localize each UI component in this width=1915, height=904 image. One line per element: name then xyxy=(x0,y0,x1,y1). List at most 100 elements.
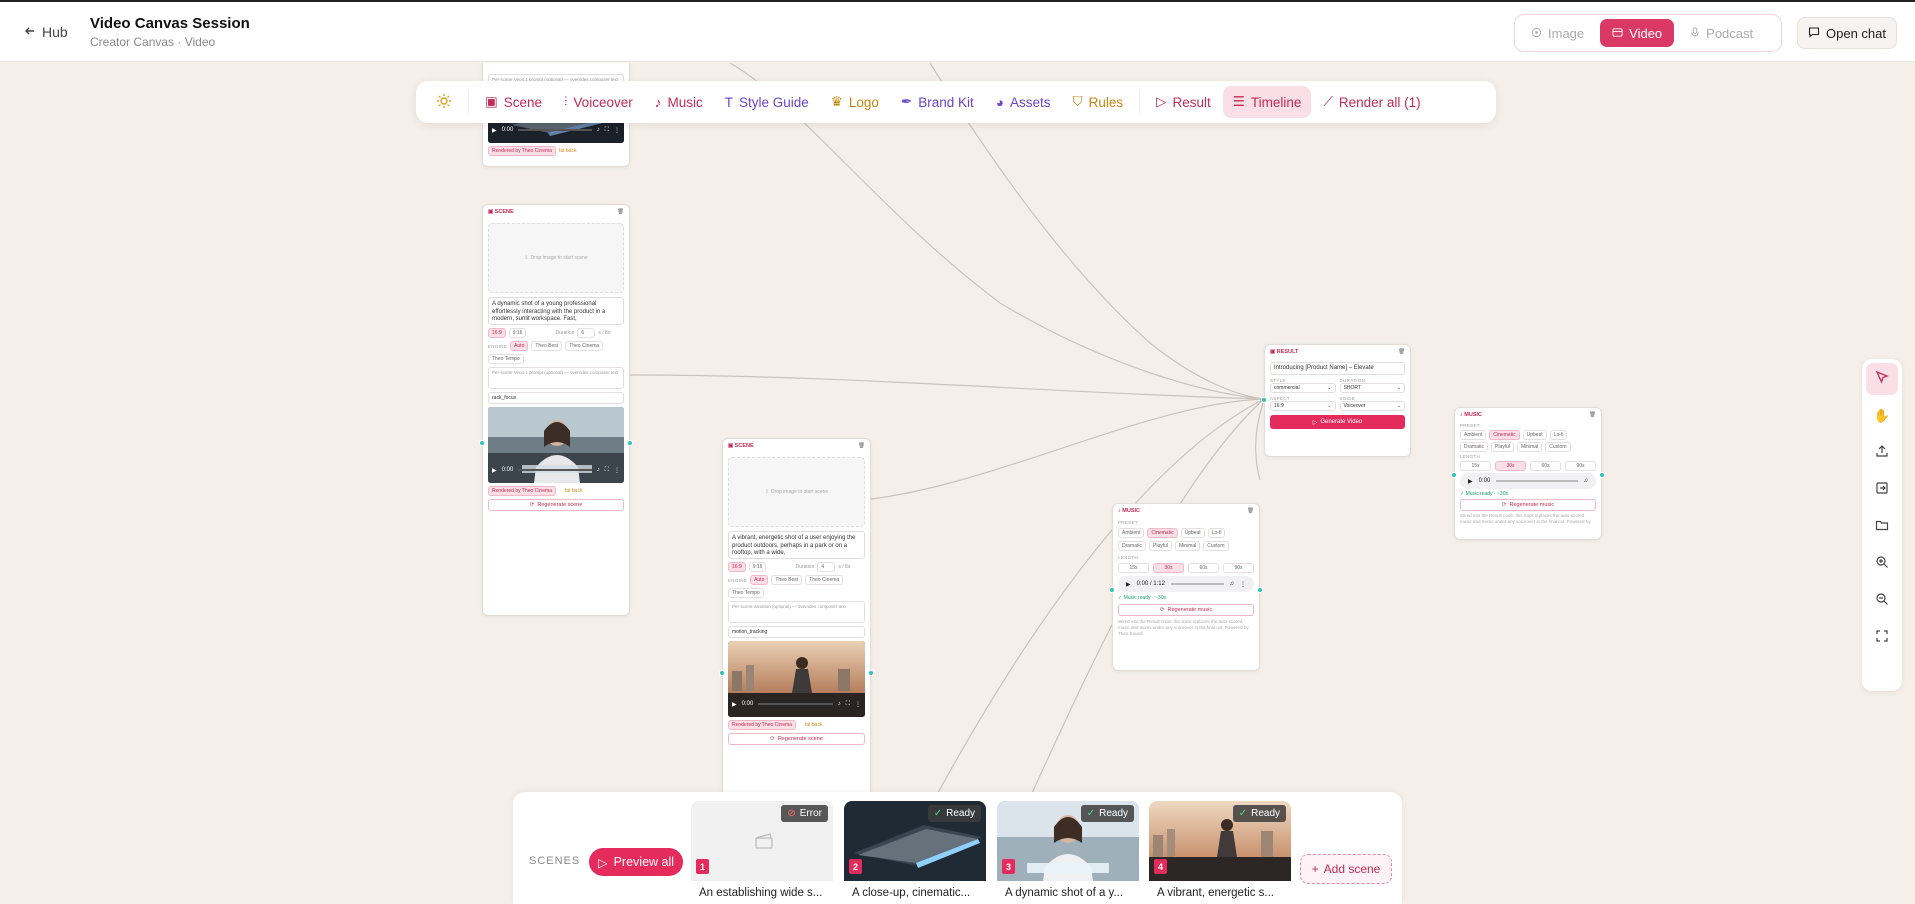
preset-upbeat[interactable]: Upbeat xyxy=(1180,528,1205,538)
more-icon[interactable]: ⋮ xyxy=(1240,581,1246,588)
result-title-input[interactable]: Introducing [Product Name] – Elevate xyxy=(1270,362,1405,375)
aspect-9-16[interactable]: 9:16 xyxy=(748,562,767,572)
aspect-16-9[interactable]: 16:9 xyxy=(488,328,506,338)
trash-icon[interactable]: 🗑 xyxy=(617,209,624,215)
toolbar-scene[interactable]: ▣ Scene xyxy=(475,86,552,118)
scene-variation-input[interactable]: Per-scene Veo4.1 prompt (optional) — ove… xyxy=(488,367,624,389)
duration-input[interactable]: 6 xyxy=(577,328,596,338)
preset-custom[interactable]: Custom xyxy=(1203,541,1229,551)
engine-theo-best[interactable]: Theo Best xyxy=(771,575,803,585)
audio-track[interactable] xyxy=(1496,480,1578,482)
more-icon[interactable]: ⋮ xyxy=(614,467,620,474)
trash-icon[interactable]: 🗑 xyxy=(1589,412,1596,418)
preset-dramatic[interactable]: Dramatic xyxy=(1118,541,1147,551)
audio-player[interactable]: ▶ 0:00 / 1:12 ♫ ⋮ xyxy=(1118,576,1254,592)
engine-theo-cinema[interactable]: Theo Cinema xyxy=(805,575,844,585)
length-15s[interactable]: 15s xyxy=(1118,563,1149,573)
preset-minimal[interactable]: Minimal xyxy=(1175,541,1201,551)
music-node-a[interactable]: ♪ MUSIC 🗑 PRESET Ambient Cinematic Upbea… xyxy=(1109,503,1263,671)
export-tool[interactable] xyxy=(1866,437,1898,469)
camera-move-input[interactable]: motion_tracking xyxy=(728,626,865,638)
volume-icon[interactable]: ♪ xyxy=(597,127,600,133)
open-chat-button[interactable]: Open chat xyxy=(1797,17,1897,49)
preview-all-button[interactable]: ▷ Preview all xyxy=(589,848,683,876)
toolbar-logo[interactable]: ♛ Logo xyxy=(821,86,889,118)
preset-cinematic[interactable]: Cinematic xyxy=(1147,528,1178,538)
volume-icon[interactable]: ♫ xyxy=(1584,478,1589,484)
aspect-select[interactable]: 16:9 ⌄ xyxy=(1270,401,1336,411)
preset-custom[interactable]: Custom xyxy=(1545,442,1571,452)
scene-node-b[interactable]: ▣ SCENE 🗑 ⇪ Drop image to start scene A … xyxy=(719,438,874,850)
more-icon[interactable]: ⋮ xyxy=(614,127,620,134)
toolbar-music[interactable]: ♪ Music xyxy=(645,86,713,118)
volume-icon[interactable]: ♪ xyxy=(597,467,600,473)
theme-toggle-button[interactable] xyxy=(426,86,462,118)
fullscreen-icon[interactable]: ⛶ xyxy=(846,701,850,708)
length-60s[interactable]: 60s xyxy=(1188,563,1219,573)
preset-lofi[interactable]: Lo-fi xyxy=(1207,528,1226,538)
trash-icon[interactable]: 🗑 xyxy=(1247,508,1254,514)
preset-dramatic[interactable]: Dramatic xyxy=(1460,442,1489,452)
engine-theo-tempo[interactable]: Theo Tempo xyxy=(728,588,764,598)
scene-variation-input[interactable]: Per-scene variation (optional) — overrid… xyxy=(728,601,865,623)
cursor-tool[interactable] xyxy=(1866,363,1898,395)
duration-input[interactable]: 4 xyxy=(817,562,836,572)
engine-theo-best[interactable]: Theo Best xyxy=(531,341,563,351)
mode-podcast[interactable]: Podcast xyxy=(1678,19,1765,47)
preset-playful[interactable]: Playful xyxy=(1149,541,1173,551)
input-handle[interactable] xyxy=(1109,587,1115,593)
engine-auto[interactable]: Auto xyxy=(510,341,529,351)
play-icon[interactable]: ▶ xyxy=(732,701,737,708)
preset-ambient[interactable]: Ambient xyxy=(1118,528,1145,538)
fullscreen-icon[interactable]: ⛶ xyxy=(605,127,609,134)
play-icon[interactable]: ▶ xyxy=(1468,478,1473,485)
audio-player[interactable]: ▶ 0:00 ♫ xyxy=(1460,473,1596,489)
preset-playful[interactable]: Playful xyxy=(1491,442,1515,452)
engine-theo-tempo[interactable]: Theo Tempo xyxy=(488,354,524,364)
zoom-in-tool[interactable] xyxy=(1866,548,1898,580)
import-tool[interactable] xyxy=(1866,474,1898,506)
length-15s[interactable]: 15s xyxy=(1460,461,1491,471)
toolbar-voiceover[interactable]: ⫶ Voiceover xyxy=(554,86,643,118)
scene-card-2[interactable]: ✓ Ready 2 A close-up, cinematic... xyxy=(844,801,986,904)
voice-select[interactable]: Voiceover ⌄ xyxy=(1339,401,1405,411)
scene-node-a[interactable]: ▣ SCENE 🗑 ⇪ Drop image to start scene A … xyxy=(479,204,633,616)
preset-minimal[interactable]: Minimal xyxy=(1517,442,1543,452)
toolbar-result[interactable]: ▷ Result xyxy=(1146,86,1221,118)
add-scene-button[interactable]: + Add scene xyxy=(1300,854,1392,884)
length-90s[interactable]: 90s xyxy=(1223,563,1254,573)
audio-track[interactable] xyxy=(1170,583,1224,585)
preset-upbeat[interactable]: Upbeat xyxy=(1522,430,1547,440)
scene-prompt-textarea[interactable]: A dynamic shot of a young professional e… xyxy=(488,297,624,325)
length-30s[interactable]: 30s xyxy=(1495,461,1526,471)
engine-theo-cinema[interactable]: Theo Cinema xyxy=(565,341,604,351)
input-handle[interactable] xyxy=(479,440,485,446)
preset-cinematic[interactable]: Cinematic xyxy=(1489,430,1520,440)
more-icon[interactable]: ⋮ xyxy=(855,701,861,708)
scene-video-player[interactable]: ▶ 0:00 ♪ ⛶ ⋮ xyxy=(488,407,624,483)
regenerate-scene-button[interactable]: ⟳ Regenerate scene xyxy=(488,499,624,511)
regenerate-scene-button[interactable]: ⟳ Regenerate scene xyxy=(728,733,865,745)
toolbar-style-guide[interactable]: T Style Guide xyxy=(715,86,819,118)
image-dropzone[interactable]: ⇪ Drop image to start scene xyxy=(728,457,865,527)
regenerate-music-button[interactable]: ⟳ Regenerate music xyxy=(1460,499,1596,511)
output-handle[interactable] xyxy=(627,440,633,446)
volume-icon[interactable]: ♪ xyxy=(838,701,841,707)
scene-video-player[interactable]: ▶ 0:00 ♪ ⛶ ⋮ xyxy=(728,641,865,717)
scene-prompt-textarea[interactable]: A vibrant, energetic shot of a user enjo… xyxy=(728,531,865,559)
scene-card-1[interactable]: ⊘ Error 1 An establishing wide s... xyxy=(691,801,833,904)
output-handle[interactable] xyxy=(868,670,874,676)
engine-auto[interactable]: Auto xyxy=(750,575,769,585)
flow-canvas[interactable]: Per-scene Veo4.1 prompt (optional) — ove… xyxy=(0,63,1915,904)
toolbar-render-all[interactable]: ⟋ Render all (1) xyxy=(1313,86,1430,118)
camera-move-input[interactable]: rack_focus xyxy=(488,392,624,404)
scene-card-3[interactable]: ✓ Ready 3 A dynamic shot of a y... xyxy=(997,801,1139,904)
play-icon[interactable]: ▶ xyxy=(492,467,497,474)
style-select[interactable]: commercial ⌄ xyxy=(1270,383,1336,393)
music-node-b[interactable]: ♪ MUSIC 🗑 PRESET Ambient Cinematic Upbea… xyxy=(1451,407,1605,540)
fullscreen-icon[interactable]: ⛶ xyxy=(605,467,609,474)
output-handle[interactable] xyxy=(1599,472,1605,478)
preset-lofi[interactable]: Lo-fi xyxy=(1549,430,1568,440)
length-30s[interactable]: 30s xyxy=(1153,563,1184,573)
open-folder-tool[interactable] xyxy=(1866,511,1898,543)
